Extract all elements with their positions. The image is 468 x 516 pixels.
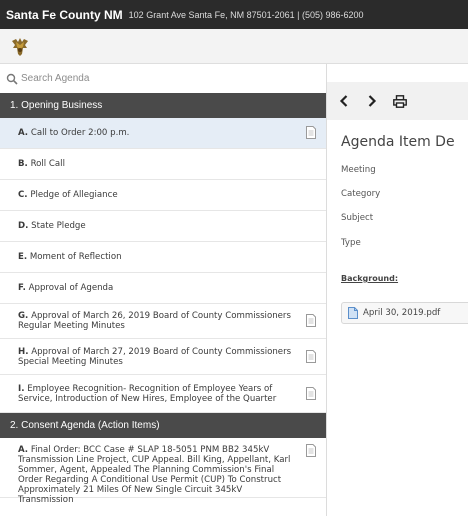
agenda-item[interactable]: E. Moment of Reflection — [0, 242, 326, 273]
attachment-filename: April 30, 2019.pdf — [363, 308, 441, 318]
agenda-item-text: D. State Pledge — [18, 221, 86, 231]
county-seal-icon[interactable] — [10, 37, 30, 57]
section-header[interactable]: 1. Opening Business — [0, 93, 326, 118]
agenda-item-text: H. Approval of March 27, 2019 Board of C… — [18, 346, 292, 367]
previous-button[interactable] — [333, 90, 355, 112]
field-label-type: Type — [341, 238, 361, 248]
org-name[interactable]: Santa Fe County NM — [6, 8, 123, 22]
section-header[interactable]: 2. Consent Agenda (Action Items) — [0, 413, 326, 438]
print-icon — [393, 94, 407, 108]
document-icon[interactable] — [306, 386, 316, 400]
agenda-item-text: C. Pledge of Allegiance — [18, 190, 118, 200]
chevron-right-icon — [368, 95, 377, 107]
print-button[interactable] — [389, 90, 411, 112]
chevron-left-icon — [339, 95, 348, 107]
search-agenda[interactable]: Search Agenda — [0, 64, 326, 93]
org-address: 102 Grant Ave Santa Fe, NM 87501-2061 | … — [128, 9, 364, 20]
search-icon — [6, 73, 18, 85]
document-icon[interactable] — [306, 314, 316, 327]
background-label: Background: — [341, 274, 399, 283]
top-header-bar: Santa Fe County NM 102 Grant Ave Santa F… — [0, 0, 468, 29]
pdf-file-icon — [348, 307, 358, 319]
agenda-item[interactable]: B. Roll Call — [0, 149, 326, 180]
document-icon[interactable] — [306, 444, 316, 457]
field-label-meeting: Meeting — [341, 165, 376, 175]
agenda-sidebar: Search Agenda 1. Opening Business A. Cal… — [0, 64, 327, 516]
agenda-item-text: I. Employee Recognition- Recognition of … — [18, 383, 277, 404]
agenda-item[interactable]: D. State Pledge — [0, 211, 326, 242]
attachment-link[interactable]: April 30, 2019.pdf — [341, 302, 468, 324]
agenda-item[interactable]: H. Approval of March 27, 2019 Board of C… — [0, 339, 326, 375]
agenda-item-text: A. Final Order: BCC Case # SLAP 18-5051 … — [18, 445, 291, 505]
document-icon[interactable] — [306, 349, 316, 363]
detail-title: Agenda Item De — [341, 134, 455, 150]
agenda-item[interactable]: A. Final Order: BCC Case # SLAP 18-5051 … — [0, 438, 326, 505]
agenda-item[interactable]: F. Approval of Agenda — [0, 273, 326, 304]
document-icon[interactable] — [306, 126, 316, 139]
agenda-item-text: F. Approval of Agenda — [18, 283, 114, 293]
agenda-item-text: A. Call to Order 2:00 p.m. — [18, 128, 130, 138]
agenda-item[interactable]: I. Employee Recognition- Recognition of … — [0, 375, 326, 413]
agenda-item-text: G. Approval of March 26, 2019 Board of C… — [18, 311, 291, 331]
agenda-item-text: B. Roll Call — [18, 159, 65, 169]
search-input[interactable]: Search Agenda — [21, 73, 89, 84]
next-button[interactable] — [361, 90, 383, 112]
field-label-subject: Subject — [341, 213, 374, 223]
agenda-item-detail: Agenda Item De Meeting Category Subject … — [327, 64, 468, 516]
field-label-category: Category — [341, 189, 381, 199]
agenda-item[interactable]: G. Approval of March 26, 2019 Board of C… — [0, 304, 326, 339]
navigation-toolbar — [327, 82, 468, 120]
agenda-item[interactable]: C. Pledge of Allegiance — [0, 180, 326, 211]
agenda-item[interactable]: A. Call to Order 2:00 p.m. — [0, 118, 326, 149]
logo-bar — [0, 29, 468, 64]
agenda-item-text: E. Moment of Reflection — [18, 252, 122, 262]
